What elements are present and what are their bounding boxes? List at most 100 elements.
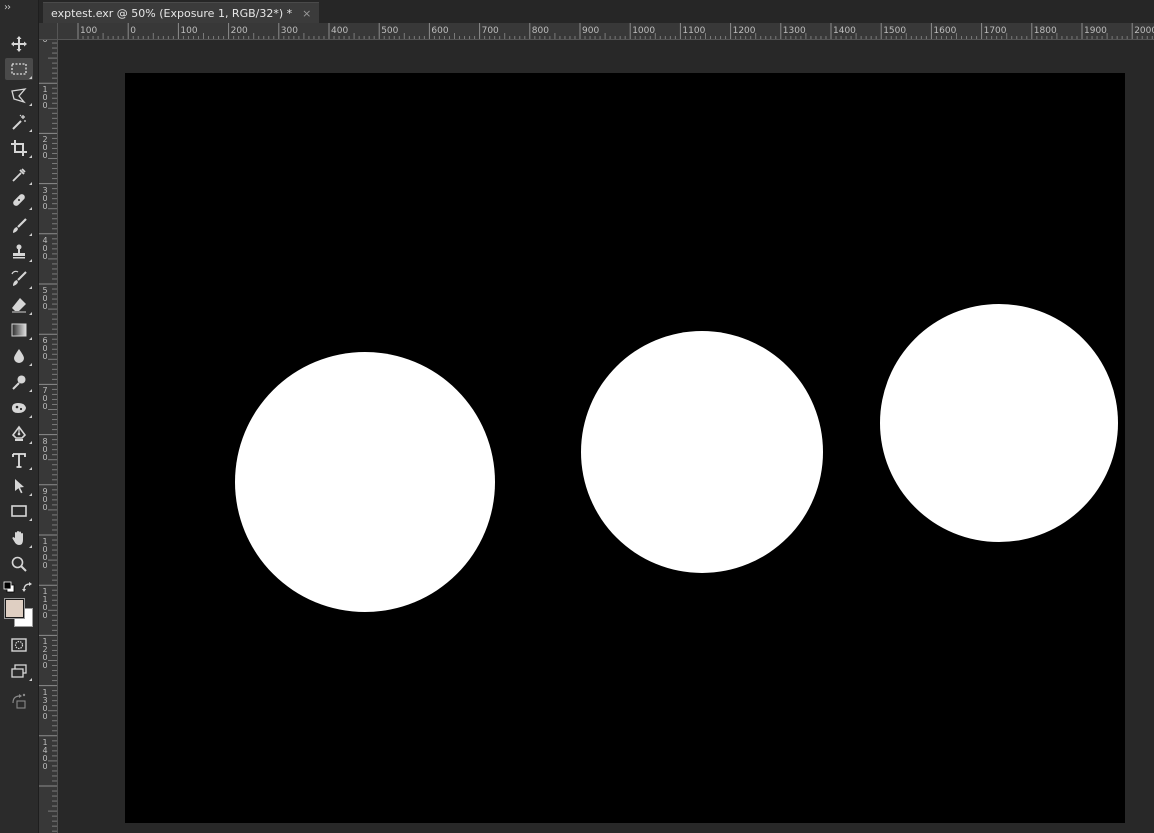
ruler-label: 1300 — [42, 687, 48, 721]
ruler-label: 400 — [42, 235, 48, 261]
ruler-label: 1700 — [983, 26, 1007, 36]
ruler-label: 900 — [582, 26, 600, 36]
ruler-label: 800 — [42, 436, 48, 462]
crop-tool[interactable] — [5, 137, 33, 159]
ruler-label: 600 — [42, 336, 48, 362]
eyedropper-tool[interactable] — [5, 164, 33, 186]
pen-tool[interactable] — [5, 423, 33, 445]
ruler-label: 800 — [531, 26, 549, 36]
edit-toolbar-button[interactable] — [5, 690, 33, 712]
eraser-tool[interactable] — [5, 294, 33, 316]
white-circle-left — [235, 352, 495, 612]
ruler-label: 2000 — [1134, 26, 1154, 36]
ruler-label: 1600 — [933, 26, 957, 36]
ruler-label: 500 — [42, 286, 48, 311]
move-icon — [11, 36, 27, 52]
eraser-icon — [12, 298, 26, 313]
ruler-label: 1000 — [632, 26, 656, 36]
rectangle-shape-tool[interactable] — [5, 500, 33, 522]
rectangle-shape-icon — [11, 505, 27, 517]
close-tab-icon[interactable]: × — [302, 7, 311, 20]
ruler-label: 100 — [180, 26, 198, 36]
ruler-label: 300 — [280, 26, 298, 36]
ruler-origin[interactable] — [39, 23, 58, 40]
path-selection-tool[interactable] — [5, 475, 33, 497]
vertical-ruler[interactable]: 0 100 200 300 400 500 600 700 800 900 1000 1100 1200… — [39, 40, 58, 833]
brush-icon — [13, 218, 27, 233]
pasteboard[interactable] — [58, 40, 1154, 833]
document-tab[interactable]: exptest.exr @ 50% (Exposure 1, RGB/32*) … — [43, 2, 320, 23]
ruler-label: 900 — [42, 486, 48, 512]
ruler-label: 300 — [42, 185, 48, 211]
blur-icon — [14, 349, 24, 363]
ruler-label: 700 — [481, 26, 499, 36]
ruler-label: 1100 — [682, 26, 706, 36]
move-tool[interactable] — [5, 33, 33, 55]
crop-icon — [11, 140, 27, 156]
path-selection-icon — [15, 479, 24, 494]
ruler-label: 1400 — [42, 737, 48, 771]
dodge-icon — [12, 375, 26, 390]
pen-icon — [11, 425, 27, 441]
image-canvas[interactable] — [125, 73, 1125, 823]
ruler-label: 100 — [80, 26, 98, 36]
foreground-color-swatch[interactable] — [4, 598, 25, 619]
magic-wand-icon — [12, 114, 26, 130]
blur-tool[interactable] — [5, 345, 33, 367]
white-circle-right — [880, 304, 1118, 542]
canvas-artwork — [235, 304, 1118, 612]
document-tab-bar: exptest.exr @ 50% (Exposure 1, RGB/32*) … — [39, 0, 1154, 23]
hand-tool[interactable] — [5, 527, 33, 549]
ruler-label: 100 — [42, 85, 48, 111]
history-brush-tool[interactable] — [5, 268, 33, 290]
collapse-panel-button[interactable]: ›› — [4, 2, 11, 13]
ruler-label: 1000 — [42, 537, 48, 570]
clone-stamp-icon — [13, 244, 25, 259]
spot-healing-icon — [13, 194, 25, 206]
hand-icon — [12, 531, 23, 545]
polygonal-lasso-tool[interactable] — [5, 85, 33, 107]
ruler-label: 1800 — [1033, 26, 1057, 36]
type-tool[interactable] — [5, 449, 33, 471]
ruler-label: 0 — [130, 26, 136, 36]
ruler-label: 1400 — [833, 26, 856, 36]
ruler-label: 200 — [42, 135, 48, 161]
dodge-tool[interactable] — [5, 371, 33, 393]
sponge-tool[interactable] — [5, 397, 33, 419]
ruler-label: 0 — [41, 40, 49, 44]
sponge-icon — [12, 403, 26, 413]
horizontal-ruler[interactable]: 100 0 100 200 300 400 500 600 700 800 900 1000 1100 1… — [58, 23, 1154, 40]
white-circle-middle — [581, 331, 823, 573]
quick-mask-icon — [11, 638, 27, 652]
ruler-label: 1200 — [42, 637, 48, 671]
ruler-label: 1900 — [1084, 26, 1107, 36]
screen-mode-icon — [11, 664, 27, 678]
quick-mask-button[interactable] — [5, 634, 33, 656]
ruler-label: 600 — [431, 26, 449, 36]
ruler-label: 400 — [331, 26, 349, 36]
ruler-label: 1500 — [883, 26, 907, 36]
tools-panel: ›› — [0, 0, 39, 833]
history-brush-icon — [11, 270, 27, 286]
ruler-label: 1300 — [782, 26, 806, 36]
eyedropper-icon — [12, 168, 26, 182]
ruler-label: 700 — [42, 386, 48, 412]
magic-wand-tool[interactable] — [5, 111, 33, 133]
polygonal-lasso-icon — [11, 88, 27, 104]
brush-tool[interactable] — [5, 215, 33, 237]
document-tab-title: exptest.exr @ 50% (Exposure 1, RGB/32*) … — [51, 6, 293, 20]
ruler-label: 500 — [381, 26, 399, 36]
default-colors-icon[interactable] — [3, 581, 15, 593]
ruler-label: 1200 — [732, 26, 756, 36]
rectangular-marquee-icon — [11, 63, 27, 75]
clone-stamp-tool[interactable] — [5, 241, 33, 263]
swap-colors-icon[interactable] — [22, 581, 34, 593]
spot-healing-tool[interactable] — [5, 189, 33, 211]
type-icon — [12, 453, 26, 468]
zoom-tool[interactable] — [5, 553, 33, 575]
edit-toolbar-icon — [12, 693, 26, 709]
screen-mode-button[interactable] — [5, 660, 33, 682]
zoom-icon — [11, 556, 27, 572]
gradient-tool[interactable] — [5, 319, 33, 341]
rectangular-marquee-tool[interactable] — [5, 58, 33, 80]
